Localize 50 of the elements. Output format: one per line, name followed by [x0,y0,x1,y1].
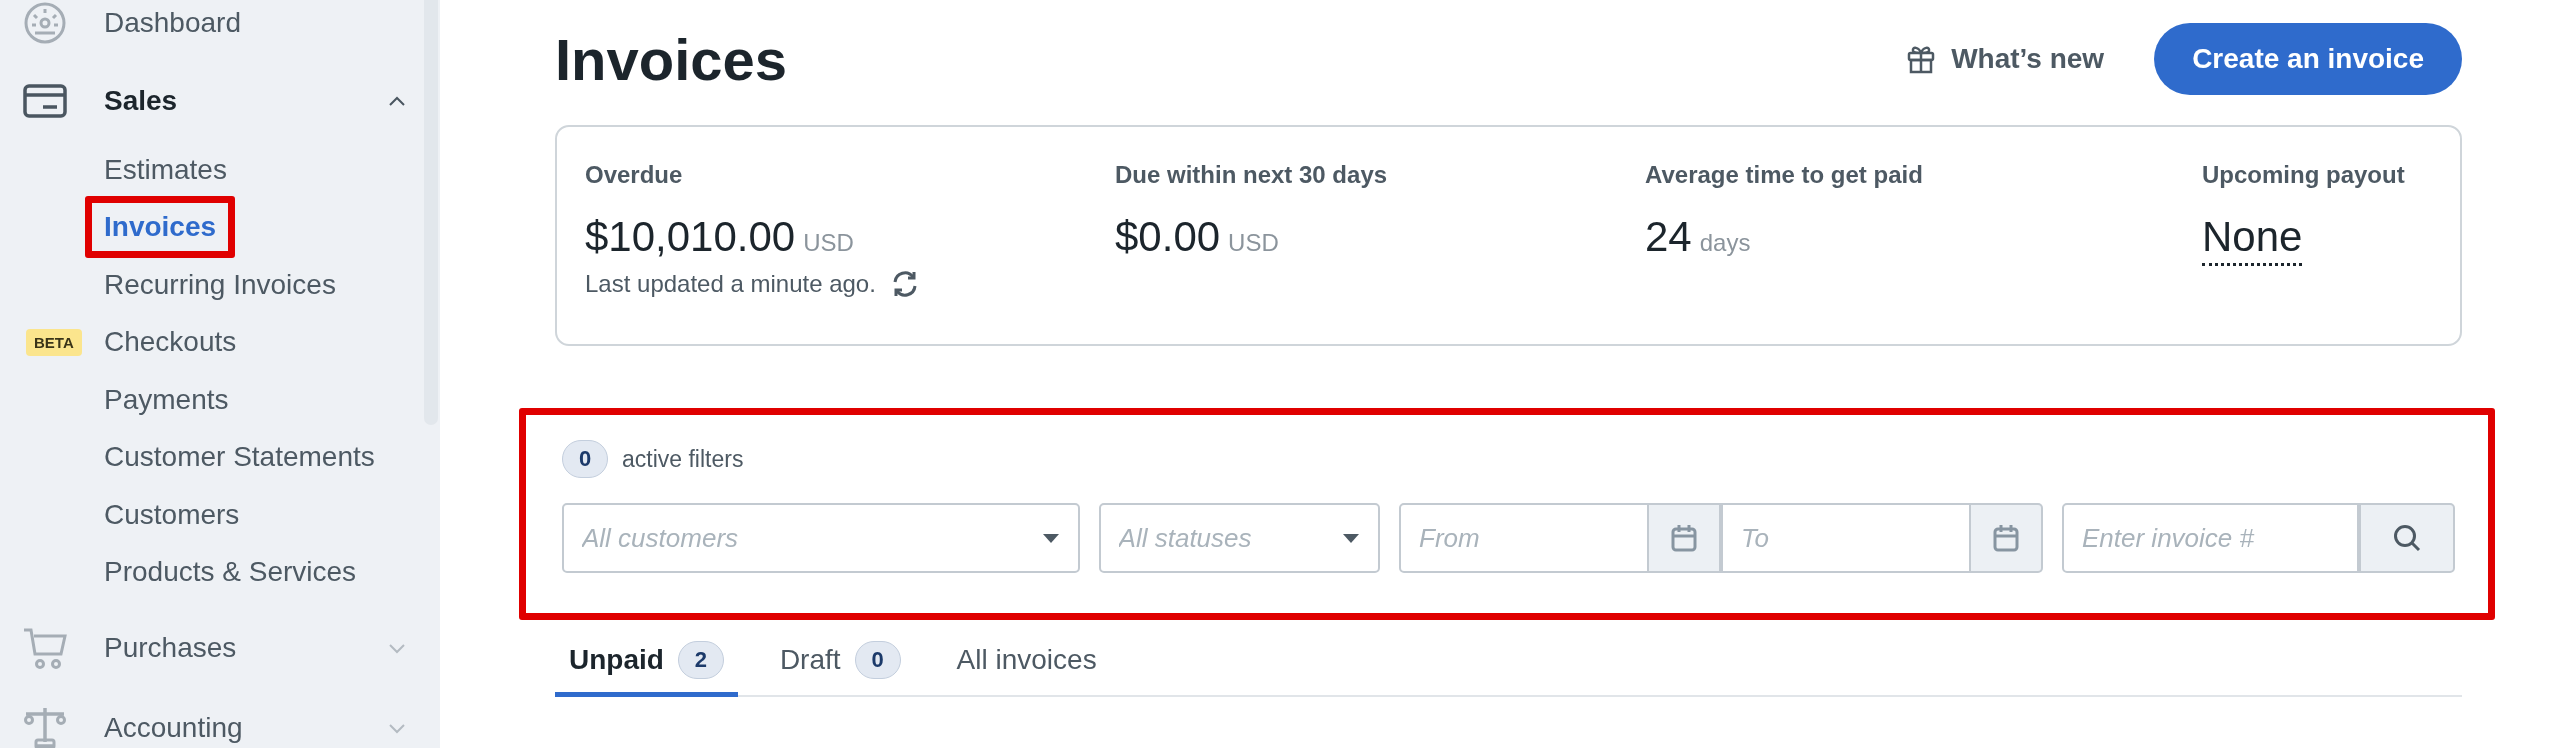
nav-subitem[interactable]: Invoices [104,210,217,245]
calendar-button[interactable] [1649,503,1721,573]
search-icon [2392,523,2422,553]
nav-item[interactable]: Sales [104,84,388,118]
tab-count-badge: 0 [854,641,901,679]
invoice-tab[interactable]: All invoices [942,628,1111,697]
page-title: Invoices [555,25,788,93]
invoice-tab[interactable]: Draft 0 [765,628,915,697]
active-filters-label: active filters [622,445,744,473]
whats-new-link[interactable]: What’s new [1905,43,2105,75]
calendar-icon [1670,523,1698,553]
nav-subitem[interactable]: Customer Statements [104,440,375,475]
caret-icon [1041,533,1060,544]
scales-icon [22,706,68,748]
stat-value: 24 [1645,213,1692,261]
stat-value: $10,010.00 [585,213,796,261]
stat-value[interactable]: None [2202,213,2303,266]
nav-item[interactable]: Purchases [104,631,388,665]
invoice-number-field[interactable]: Enter invoice # [2062,503,2359,573]
stat-unit: USD [1228,229,1279,257]
cart-icon [22,626,68,670]
from-date-field[interactable]: From [1399,503,1649,573]
nav-subitem[interactable]: Checkouts [104,325,237,360]
create-invoice-button[interactable]: Create an invoice [2154,23,2462,95]
stat-label: Average time to get paid [1645,161,1924,190]
nav-subitem[interactable]: Products & Services [104,555,357,590]
beta-badge: BETA [26,328,82,356]
nav-subitem[interactable]: Customers [104,497,240,532]
stat-label: Due within next 30 days [1115,161,1389,190]
search-button[interactable] [2359,503,2455,573]
stat-label: Upcoming payout [2202,161,2406,190]
invoice-tab[interactable]: Unpaid 2 [555,628,738,697]
nav-item[interactable]: Dashboard [104,6,422,40]
nav-item[interactable]: Accounting [104,711,388,745]
card-icon [23,83,67,119]
gauge-icon [23,1,67,45]
last-updated-text: Last updated a minute ago. [585,270,876,298]
caret-icon [1342,533,1360,544]
stat-unit: days [1699,229,1751,257]
calendar-button[interactable] [1971,503,2043,573]
to-date-field[interactable]: To [1721,503,1971,573]
nav-subitem[interactable]: Estimates [104,152,227,187]
nav-subitem[interactable]: Payments [104,382,229,417]
stat-label: Overdue [585,161,684,190]
stat-unit: USD [803,229,854,257]
nav-subitem[interactable]: Recurring Invoices [104,267,336,302]
tab-count-badge: 2 [677,641,724,679]
stat-value: $0.00 [1115,213,1221,261]
filter-count-badge: 0 [562,440,608,478]
calendar-icon [1992,523,2020,553]
